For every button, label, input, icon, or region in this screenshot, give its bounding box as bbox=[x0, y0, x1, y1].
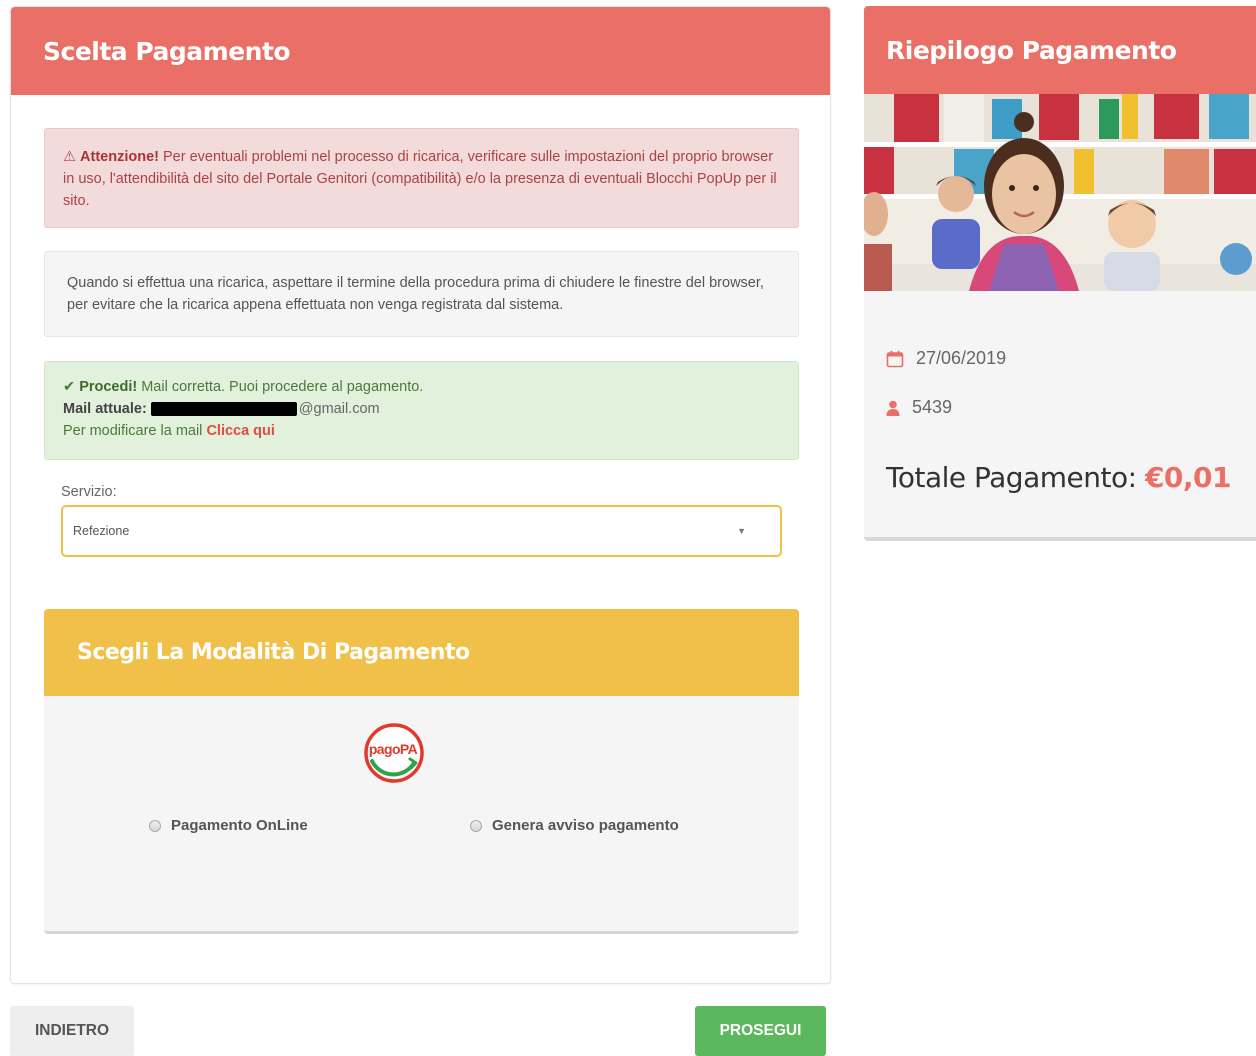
proceed-button[interactable]: PROSEGUI bbox=[695, 1006, 826, 1056]
summary-date: 27/06/2019 bbox=[886, 348, 1006, 369]
summary-date-value: 27/06/2019 bbox=[916, 348, 1007, 368]
success-text: Mail corretta. Puoi procedere al pagamen… bbox=[137, 379, 424, 395]
modify-line: Per modificare la mail Clicca qui bbox=[63, 420, 780, 442]
radio-pagamento-online[interactable]: Pagamento OnLine bbox=[149, 817, 308, 834]
summary-user: 5439 bbox=[886, 397, 952, 418]
radio-button[interactable] bbox=[149, 819, 161, 832]
payment-mode-title: Scegli La Modalità Di Pagamento bbox=[77, 640, 470, 665]
payment-mode-header: Scegli La Modalità Di Pagamento bbox=[44, 609, 799, 696]
payment-summary-card: Riepilogo Pagamento 27/06/2019 5439 Tota… bbox=[864, 6, 1256, 541]
modify-mail-link[interactable]: Clicca qui bbox=[206, 423, 275, 439]
check-icon: ✔ bbox=[63, 379, 76, 395]
chevron-down-icon: ▼ bbox=[737, 526, 746, 536]
total-payment: Totale Pagamento: €0,01 bbox=[886, 461, 1232, 494]
service-select-value: Refezione bbox=[73, 524, 130, 538]
info-text: Quando si effettua una ricarica, aspetta… bbox=[67, 275, 764, 313]
payment-mode-panel: Scegli La Modalità Di Pagamento pagoPA P… bbox=[44, 609, 799, 934]
success-label: Procedi! bbox=[79, 379, 138, 395]
summary-user-value: 5439 bbox=[912, 397, 953, 417]
success-alert: ✔ Procedi! Mail corretta. Puoi procedere… bbox=[44, 361, 799, 460]
warning-icon: ⚠ bbox=[63, 149, 76, 165]
radio-label: Pagamento OnLine bbox=[171, 817, 308, 834]
svg-text:pagoPA: pagoPA bbox=[369, 741, 418, 757]
radio-genera-avviso[interactable]: Genera avviso pagamento bbox=[470, 817, 679, 834]
radio-button[interactable] bbox=[470, 819, 482, 832]
modify-text: Per modificare la mail bbox=[63, 423, 207, 439]
payment-choice-card: Scelta Pagamento ⚠ Attenzione! Per event… bbox=[10, 6, 831, 984]
service-label: Servizio: bbox=[61, 484, 117, 500]
mail-label: Mail attuale: bbox=[63, 401, 147, 417]
calendar-icon bbox=[886, 350, 904, 367]
classroom-photo bbox=[864, 94, 1256, 291]
mail-line: Mail attuale: @gmail.com bbox=[63, 398, 780, 420]
pagopa-logo-icon: pagoPA bbox=[364, 723, 424, 783]
success-line: ✔ Procedi! Mail corretta. Puoi procedere… bbox=[63, 376, 780, 398]
user-icon bbox=[886, 400, 900, 416]
back-button[interactable]: INDIETRO bbox=[10, 1006, 134, 1056]
summary-header: Riepilogo Pagamento bbox=[864, 6, 1256, 94]
payment-page: Scelta Pagamento ⚠ Attenzione! Per event… bbox=[0, 0, 1256, 1056]
warning-label: Attenzione! bbox=[80, 149, 159, 165]
total-label: Totale Pagamento: bbox=[886, 461, 1137, 494]
radio-label: Genera avviso pagamento bbox=[492, 817, 679, 834]
total-amount: €0,01 bbox=[1144, 461, 1232, 494]
summary-title: Riepilogo Pagamento bbox=[886, 35, 1177, 65]
info-alert: Quando si effettua una ricarica, aspetta… bbox=[44, 251, 799, 337]
payment-choice-header: Scelta Pagamento bbox=[11, 7, 830, 95]
mail-domain: @gmail.com bbox=[298, 401, 380, 417]
service-select[interactable]: Refezione ▼ bbox=[61, 505, 782, 557]
warning-alert: ⚠ Attenzione! Per eventuali problemi nel… bbox=[44, 128, 799, 228]
warning-text: Per eventuali problemi nel processo di r… bbox=[63, 149, 777, 209]
redacted-mail bbox=[150, 402, 297, 417]
payment-choice-title: Scelta Pagamento bbox=[43, 36, 291, 66]
